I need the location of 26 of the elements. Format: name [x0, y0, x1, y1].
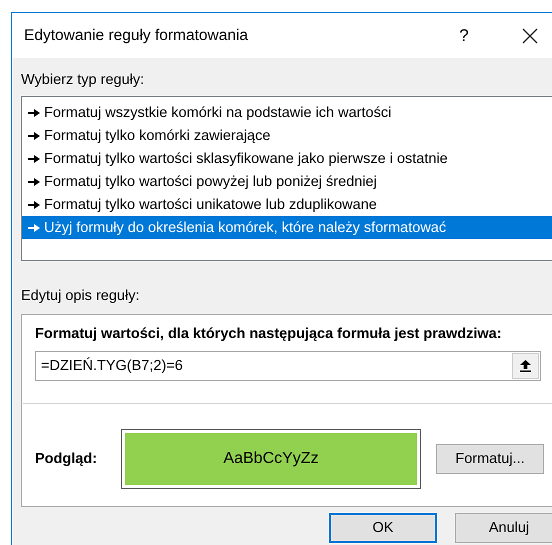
cancel-button[interactable]: Anuluj — [455, 513, 552, 543]
arrow-icon — [28, 154, 40, 162]
rule-type-item[interactable]: Formatuj tylko wartości unikatowe lub zduplikowane — [22, 193, 552, 216]
preview-text: AaBbCcYyZz — [223, 450, 319, 468]
rule-type-item[interactable]: Formatuj tylko komórki zawierające — [22, 124, 552, 147]
close-icon — [522, 28, 538, 44]
rule-type-item[interactable]: Formatuj tylko wartości powyżej lub poniżej średniej — [22, 170, 552, 193]
collapse-button[interactable] — [512, 353, 539, 379]
arrow-icon — [28, 224, 40, 232]
arrow-icon — [28, 108, 40, 116]
arrow-icon — [28, 200, 40, 208]
formula-field[interactable]: =DZIEŃ.TYG(B7;2)=6 — [35, 351, 541, 381]
help-button[interactable]: ? — [449, 26, 479, 46]
ok-button[interactable]: OK — [329, 513, 437, 543]
arrow-icon — [28, 178, 40, 186]
arrow-icon — [28, 132, 40, 140]
rule-type-item[interactable]: Formatuj tylko wartości sklasyfikowane jako pierwsze i ostatnie — [22, 147, 552, 170]
preview-label: Podgląd: — [35, 451, 98, 467]
section-label: Wybierz typ reguły: — [21, 72, 146, 90]
upload-arrow-icon — [520, 360, 531, 372]
format-button[interactable]: Formatuj... — [436, 444, 544, 474]
window-title: Edytowanie reguły formatowania — [24, 26, 250, 44]
rule-type-item[interactable]: Użyj formuły do określenia komórek, które należy sformatować — [22, 216, 552, 239]
rule-type-item[interactable]: Formatuj wszystkie komórki na podstawie ich wartości — [22, 101, 552, 124]
formula-heading: Formatuj wartości, dla których następująca formuła jest prawdziwa: — [35, 326, 503, 342]
section-label: Edytuj opis reguły: — [21, 288, 140, 306]
